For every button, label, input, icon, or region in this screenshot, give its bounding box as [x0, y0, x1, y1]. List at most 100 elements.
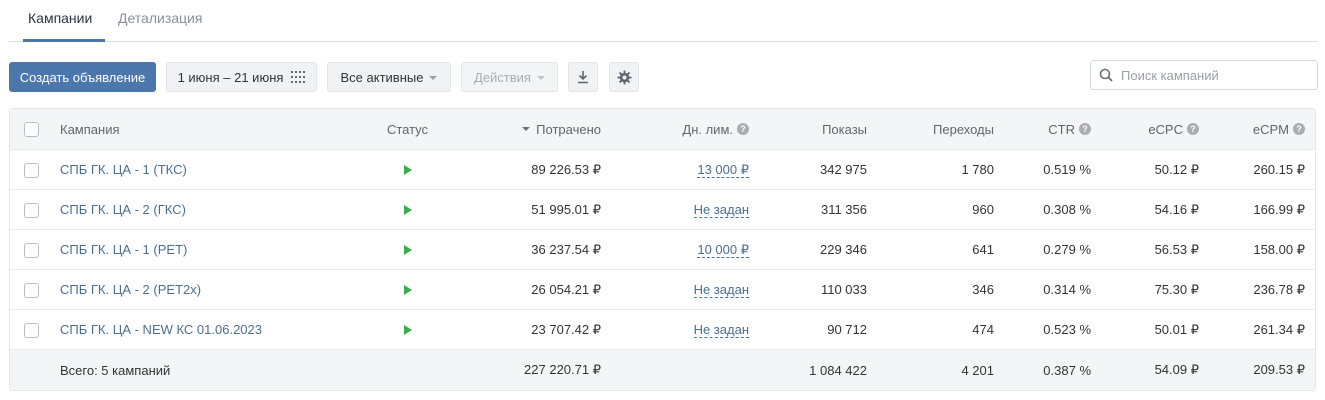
tab-details[interactable]: Детализация — [118, 10, 202, 26]
col-header-ecpc-label: eCPC — [1148, 121, 1183, 137]
col-header-ecpc[interactable]: eCPC ? — [1148, 109, 1199, 149]
clicks-value: 474 — [972, 322, 994, 337]
help-icon[interactable]: ? — [1079, 123, 1091, 135]
create-ad-button[interactable]: Создать объявление — [9, 62, 156, 92]
ecpc-value: 75.30 ₽ — [1154, 281, 1199, 297]
daily-limit-link[interactable]: Не задан — [693, 282, 749, 298]
shows-value: 229 346 — [820, 242, 867, 257]
col-header-daily-limit-label: Дн. лим. — [682, 121, 733, 137]
clicks-value: 1 780 — [961, 162, 994, 177]
status-active-icon[interactable] — [370, 270, 445, 309]
ecpm-value: 236.78 ₽ — [1253, 281, 1305, 297]
col-header-ecpm[interactable]: eCPM ? — [1253, 109, 1305, 149]
total-clicks: 4 201 — [961, 362, 994, 378]
search-icon — [1099, 68, 1113, 82]
ecpm-value: 158.00 ₽ — [1253, 241, 1305, 257]
status-active-icon[interactable] — [370, 150, 445, 189]
col-header-status[interactable]: Статус — [370, 109, 445, 149]
table-row[interactable]: СПБ ГК. ЦА - 1 (РЕТ) 36 237.54 ₽ 10 000 … — [10, 230, 1315, 270]
row-checkbox[interactable] — [24, 283, 39, 298]
shows-value: 90 712 — [827, 322, 867, 337]
col-header-campaign[interactable]: Кампания — [60, 109, 120, 149]
col-header-ecpm-label: eCPM — [1252, 121, 1289, 137]
clicks-value: 641 — [972, 242, 994, 257]
date-range-label: 1 июня – 21 июня — [177, 69, 284, 85]
ecpc-value: 54.16 ₽ — [1154, 201, 1199, 217]
tab-bar: Кампании Детализация — [9, 0, 1318, 42]
spent-value: 26 054.21 ₽ — [531, 281, 601, 297]
col-header-spent[interactable]: Потрачено — [522, 109, 601, 149]
status-active-icon[interactable] — [370, 230, 445, 269]
daily-limit-link[interactable]: Не задан — [693, 322, 749, 338]
chevron-down-icon — [536, 76, 545, 80]
actions-dropdown[interactable]: Действия — [461, 62, 558, 92]
campaign-name-link[interactable]: СПБ ГК. ЦА - 1 (РЕТ) — [60, 230, 187, 269]
status-active-icon[interactable] — [370, 190, 445, 229]
calendar-grid-icon — [291, 71, 306, 83]
spent-value: 23 707.42 ₽ — [531, 321, 601, 337]
campaign-name-link[interactable]: СПБ ГК. ЦА - 2 (РЕТ2х) — [60, 270, 201, 309]
campaign-name-link[interactable]: СПБ ГК. ЦА - NEW КС 01.06.2023 — [60, 310, 262, 349]
col-header-daily-limit[interactable]: Дн. лим. ? — [682, 109, 749, 149]
row-checkbox[interactable] — [24, 243, 39, 258]
ctr-value: 0.308 % — [1043, 202, 1091, 217]
help-icon[interactable]: ? — [1293, 123, 1305, 135]
spent-value: 36 237.54 ₽ — [531, 241, 601, 257]
daily-limit-cell: Не задан — [693, 190, 749, 229]
ecpm-value: 166.99 ₽ — [1253, 201, 1305, 217]
download-icon — [578, 71, 588, 84]
daily-limit-cell: 13 000 ₽ — [697, 150, 749, 189]
col-header-shows[interactable]: Показы — [822, 109, 867, 149]
clicks-value: 346 — [972, 282, 994, 297]
ecpc-value: 50.01 ₽ — [1154, 321, 1199, 337]
chevron-down-icon — [429, 76, 438, 80]
tab-campaigns[interactable]: Кампании — [28, 10, 92, 26]
daily-limit-cell: Не задан — [693, 310, 749, 349]
shows-value: 110 033 — [820, 282, 867, 297]
table-row[interactable]: СПБ ГК. ЦА - 2 (РЕТ2х) 26 054.21 ₽ Не за… — [10, 270, 1315, 310]
sort-desc-icon — [522, 127, 531, 131]
table-header-row: Кампания Статус Потрачено Дн. лим. ? Пок… — [10, 109, 1315, 150]
help-icon[interactable]: ? — [737, 123, 749, 135]
daily-limit-link[interactable]: 10 000 ₽ — [697, 242, 749, 258]
col-header-ctr-label: CTR — [1048, 121, 1075, 137]
campaign-name-link[interactable]: СПБ ГК. ЦА - 2 (ГКС) — [60, 190, 186, 229]
table-row[interactable]: СПБ ГК. ЦА - NEW КС 01.06.2023 23 707.42… — [10, 310, 1315, 350]
ctr-value: 0.519 % — [1043, 162, 1091, 177]
spent-value: 89 226.53 ₽ — [531, 161, 601, 177]
status-filter-dropdown[interactable]: Все активные — [327, 62, 451, 92]
select-all-checkbox[interactable] — [24, 122, 39, 137]
total-ecpc: 54.09 ₽ — [1154, 362, 1199, 377]
total-ctr: 0.387 % — [1043, 362, 1091, 378]
settings-button[interactable] — [609, 62, 639, 92]
active-tab-indicator — [23, 39, 105, 42]
table-row[interactable]: СПБ ГК. ЦА - 1 (ТКС) 89 226.53 ₽ 13 000 … — [10, 150, 1315, 190]
total-spent: 227 220.71 ₽ — [524, 362, 601, 377]
ecpc-value: 50.12 ₽ — [1154, 161, 1199, 177]
daily-limit-cell: Не задан — [693, 270, 749, 309]
date-range-picker[interactable]: 1 июня – 21 июня — [166, 62, 317, 92]
table-total-row: Всего: 5 кампаний 227 220.71 ₽ 1 084 422… — [10, 350, 1315, 390]
help-icon[interactable]: ? — [1187, 123, 1199, 135]
row-checkbox[interactable] — [24, 163, 39, 178]
status-active-icon[interactable] — [370, 310, 445, 349]
gear-icon — [616, 69, 632, 85]
col-header-clicks[interactable]: Переходы — [933, 109, 994, 149]
search-input[interactable] — [1121, 67, 1311, 83]
daily-limit-link[interactable]: 13 000 ₽ — [697, 162, 749, 178]
download-button[interactable] — [568, 62, 598, 92]
search-box — [1090, 60, 1318, 90]
table-row[interactable]: СПБ ГК. ЦА - 2 (ГКС) 51 995.01 ₽ Не зада… — [10, 190, 1315, 230]
row-checkbox[interactable] — [24, 203, 39, 218]
campaign-name-link[interactable]: СПБ ГК. ЦА - 1 (ТКС) — [60, 150, 187, 189]
campaigns-table: Кампания Статус Потрачено Дн. лим. ? Пок… — [9, 108, 1316, 391]
ctr-value: 0.314 % — [1043, 282, 1091, 297]
status-filter-value: Все активные — [340, 69, 424, 85]
ecpc-value: 56.53 ₽ — [1154, 241, 1199, 257]
row-checkbox[interactable] — [24, 323, 39, 338]
col-header-ctr[interactable]: CTR ? — [1048, 109, 1091, 149]
total-shows: 1 084 422 — [809, 362, 867, 378]
ctr-value: 0.279 % — [1043, 242, 1091, 257]
total-label: Всего: 5 кампаний — [60, 362, 171, 378]
daily-limit-link[interactable]: Не задан — [693, 202, 749, 218]
